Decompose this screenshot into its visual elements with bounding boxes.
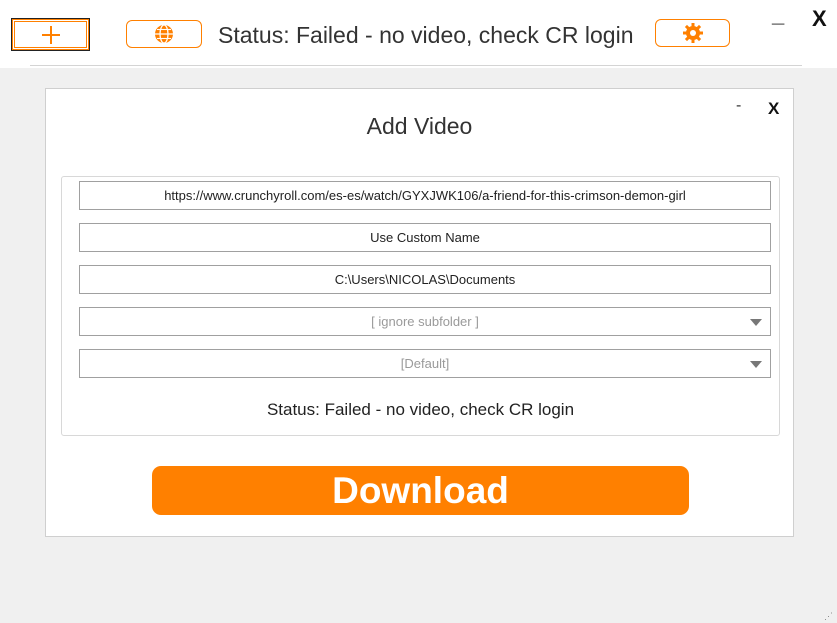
gear-icon	[682, 23, 703, 43]
download-button[interactable]: Download	[152, 466, 689, 515]
add-video-dialog: Add Video - X https://www.crunchyroll.co…	[45, 88, 794, 537]
resize-grip-icon[interactable]: ⋰	[824, 611, 834, 622]
chevron-down-icon	[750, 319, 762, 326]
settings-button[interactable]	[655, 19, 730, 47]
subfolder-select[interactable]: [ ignore subfolder ]	[79, 307, 771, 336]
globe-icon	[155, 24, 173, 44]
url-input[interactable]: https://www.crunchyroll.com/es-es/watch/…	[79, 181, 771, 210]
plus-icon	[41, 25, 60, 44]
dialog-close-button[interactable]: X	[768, 99, 779, 119]
quality-select-value: [Default]	[400, 356, 450, 371]
add-video-button[interactable]	[11, 18, 90, 51]
dialog-status-text: Status: Failed - no video, check CR logi…	[266, 400, 575, 419]
custom-name-input[interactable]: Use Custom Name	[79, 223, 771, 252]
input-panel: https://www.crunchyroll.com/es-es/watch/…	[61, 176, 780, 436]
subfolder-select-value: [ ignore subfolder ]	[371, 314, 479, 329]
browser-button[interactable]	[126, 20, 202, 48]
output-folder-input[interactable]: C:\Users\NICOLAS\Documents	[79, 265, 771, 294]
chevron-down-icon	[750, 361, 762, 368]
toolbar-divider	[30, 65, 802, 66]
quality-select[interactable]: [Default]	[79, 349, 771, 378]
window-minimize-button[interactable]: _	[772, 2, 784, 28]
top-toolbar: Status: Failed - no video, check CR logi…	[0, 0, 837, 68]
dialog-title: Add Video	[366, 113, 473, 139]
dialog-minimize-button[interactable]: -	[736, 97, 741, 115]
top-status-text: Status: Failed - no video, check CR logi…	[218, 22, 634, 48]
window-close-button[interactable]: X	[812, 6, 827, 32]
